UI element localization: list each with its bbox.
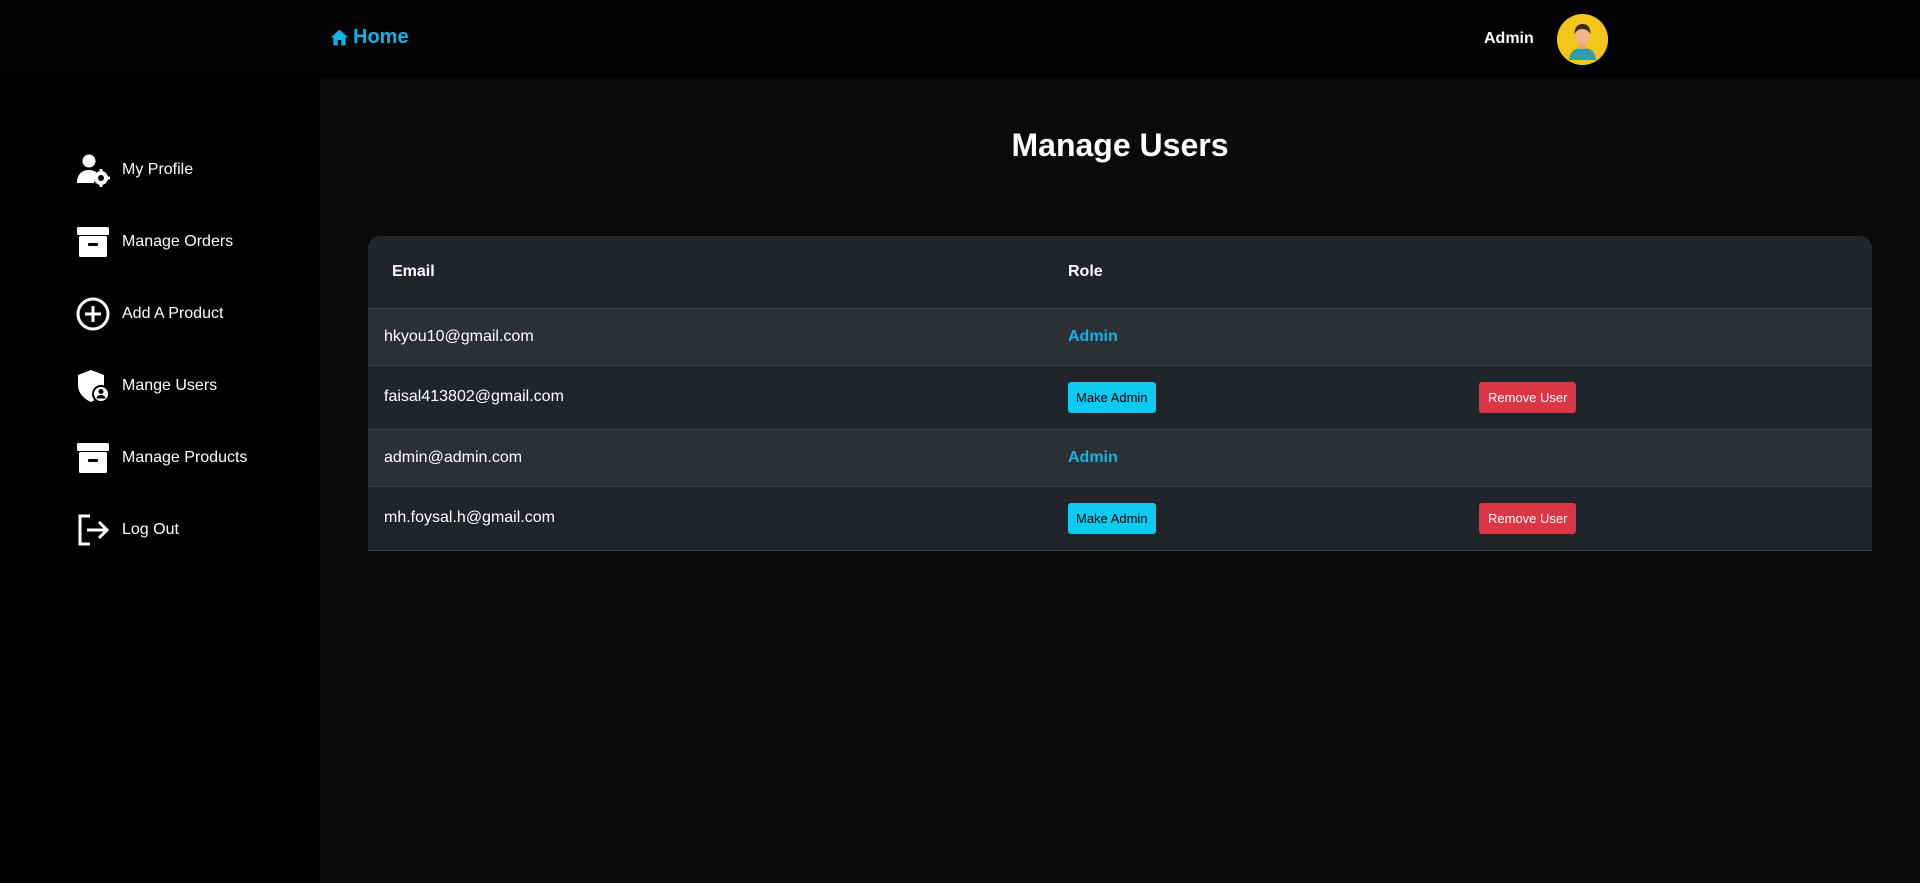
table-row: faisal413802@gmail.com Make Admin Remove… [368, 365, 1872, 430]
home-link[interactable]: Home [329, 26, 409, 49]
shield-user-icon [75, 368, 111, 404]
remove-user-button[interactable]: Remove User [1479, 502, 1577, 534]
column-header-email: Email [368, 236, 1060, 309]
column-header-actions [1479, 236, 1872, 309]
role-admin-label: Admin [1068, 448, 1118, 466]
archive-box-icon [75, 224, 111, 260]
empty-action-cell [1479, 429, 1872, 487]
sidebar-item-my-profile[interactable]: My Profile [75, 152, 193, 188]
sidebar-item-manage-products[interactable]: Manage Products [75, 440, 247, 476]
table-row: hkyou10@gmail.com Admin [368, 308, 1872, 366]
sidebar-item-label: Mange Users [122, 377, 218, 394]
table-row: mh.foysal.h@gmail.com Make Admin Remove … [368, 486, 1872, 551]
sidebar-item-label: Add A Product [122, 305, 224, 322]
role-admin-label: Admin [1068, 327, 1118, 345]
archive-box-icon [75, 440, 111, 476]
table-header-row: Email Role [368, 236, 1872, 309]
empty-action-cell [1479, 308, 1872, 366]
sidebar-item-manage-users[interactable]: Mange Users [75, 368, 217, 404]
user-avatar-icon[interactable] [1557, 14, 1608, 65]
sidebar: My Profile Manage Orders Add A Product M… [0, 78, 320, 883]
plus-circle-icon [75, 296, 111, 332]
page-title: Manage Users [1011, 127, 1229, 163]
user-email: mh.foysal.h@gmail.com [368, 486, 1060, 551]
make-admin-button[interactable]: Make Admin [1068, 381, 1156, 413]
user-email: hkyou10@gmail.com [368, 308, 1060, 366]
sidebar-item-label: Log Out [122, 521, 179, 538]
user-gear-icon [75, 152, 111, 188]
top-navbar: Home Admin [0, 0, 1920, 78]
column-header-role: Role [1060, 236, 1479, 309]
user-email: faisal413802@gmail.com [368, 365, 1060, 430]
remove-user-button[interactable]: Remove User [1479, 381, 1577, 413]
table-row: admin@admin.com Admin [368, 429, 1872, 487]
user-email: admin@admin.com [368, 429, 1060, 487]
sidebar-item-log-out[interactable]: Log Out [75, 512, 179, 548]
home-link-label: Home [353, 26, 409, 48]
make-admin-button[interactable]: Make Admin [1068, 502, 1156, 534]
main-content: Manage Users Email Role hkyou10@gmail.co… [320, 78, 1920, 883]
sidebar-item-label: My Profile [122, 161, 194, 178]
sidebar-item-label: Manage Products [122, 449, 248, 466]
logout-icon [75, 512, 111, 548]
current-user-name: Admin [1484, 30, 1534, 47]
home-icon [330, 29, 349, 46]
sidebar-item-label: Manage Orders [122, 233, 234, 250]
sidebar-item-add-product[interactable]: Add A Product [75, 296, 223, 332]
sidebar-item-manage-orders[interactable]: Manage Orders [75, 224, 233, 260]
users-table: Email Role hkyou10@gmail.com Admin faisa… [368, 236, 1872, 551]
